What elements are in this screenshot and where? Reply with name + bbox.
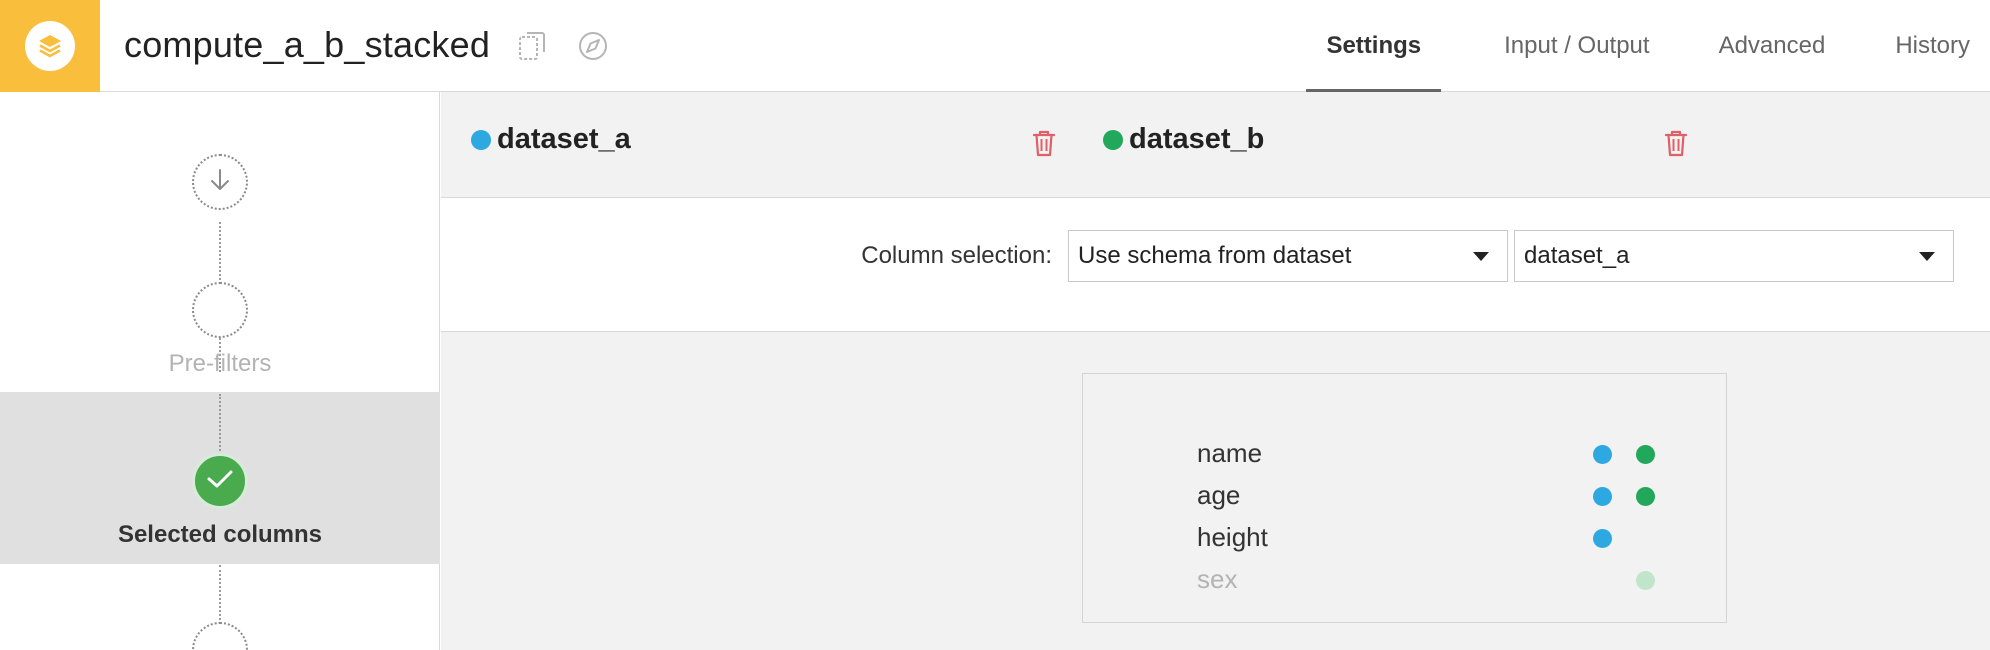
trash-icon[interactable]: [1031, 128, 1057, 163]
column-name: height: [1197, 522, 1268, 552]
step-input[interactable]: [192, 154, 248, 210]
tab-input-output[interactable]: Input / Output: [1504, 0, 1649, 92]
column-name: age: [1197, 480, 1241, 510]
dataset-b-presence-dot: [1636, 487, 1655, 506]
step-next[interactable]: [192, 622, 248, 650]
dataset-b-presence-dot: [1636, 571, 1655, 590]
column-selection-label: Column selection:: [861, 242, 1052, 269]
step-label-selected-columns[interactable]: Selected columns: [0, 521, 440, 549]
dataset-color-dot: [1103, 129, 1123, 150]
column-selection-mode-select[interactable]: Use schema from dataset: [1068, 230, 1508, 282]
column-name: name: [1197, 438, 1263, 468]
column-row: name: [1083, 434, 1728, 474]
dataset-color-dot: [471, 129, 491, 150]
recipe-tabs: Settings Input / Output Advanced History: [1306, 0, 1990, 93]
main-panel: dataset_a dataset_b Column selection: Us…: [441, 92, 1990, 650]
step-label-pre-filters[interactable]: Pre-filters: [0, 350, 440, 378]
column-selection-row: Column selection: Use schema from datase…: [441, 198, 1990, 332]
trash-icon[interactable]: [1663, 128, 1689, 163]
dataset-a-header: dataset_a: [471, 123, 631, 156]
dataset-name: dataset_b: [1129, 123, 1265, 155]
step-pre-filters[interactable]: [192, 282, 248, 338]
column-row: sex: [1083, 560, 1728, 600]
dataset-a-presence-dot: [1593, 445, 1612, 464]
tab-label: Input / Output: [1504, 32, 1650, 59]
select-value: dataset_a: [1524, 242, 1630, 269]
checkmark-icon: [205, 467, 235, 496]
caret-down-icon: [1473, 252, 1489, 261]
tab-label: Settings: [1326, 32, 1422, 59]
dataset-a-presence-dot: [1593, 487, 1612, 506]
tab-history[interactable]: History: [1895, 0, 1970, 92]
tab-label: Advanced: [1718, 32, 1826, 59]
dataset-b-header: dataset_b: [1103, 123, 1264, 156]
schema-dataset-select[interactable]: dataset_a: [1514, 230, 1954, 282]
dataset-b-presence-dot: [1636, 445, 1655, 464]
tab-advanced[interactable]: Advanced: [1719, 0, 1826, 92]
compass-icon[interactable]: [575, 28, 611, 64]
column-row: age: [1083, 476, 1728, 516]
select-value: Use schema from dataset: [1078, 242, 1352, 269]
tab-settings[interactable]: Settings: [1306, 0, 1441, 93]
dataset-header-row: dataset_a dataset_b: [441, 92, 1990, 198]
caret-down-icon: [1919, 252, 1935, 261]
copy-icon[interactable]: [514, 28, 550, 64]
step-selected-columns[interactable]: [192, 453, 248, 509]
column-mapping-box: name age height sex: [1082, 373, 1727, 623]
column-row: height: [1083, 518, 1728, 558]
stack-icon: [25, 21, 75, 71]
recipe-header: compute_a_b_stacked Settings Input / Out…: [0, 0, 1990, 93]
steps-sidebar: Pre-filters Selected columns: [0, 92, 440, 650]
column-name: sex: [1197, 564, 1238, 594]
dataset-a-presence-dot: [1593, 529, 1612, 548]
tab-label: History: [1895, 32, 1970, 59]
dataset-name: dataset_a: [497, 123, 631, 155]
recipe-title[interactable]: compute_a_b_stacked: [124, 22, 490, 68]
arrow-down-icon: [208, 167, 232, 198]
recipe-type-badge[interactable]: [0, 0, 100, 92]
